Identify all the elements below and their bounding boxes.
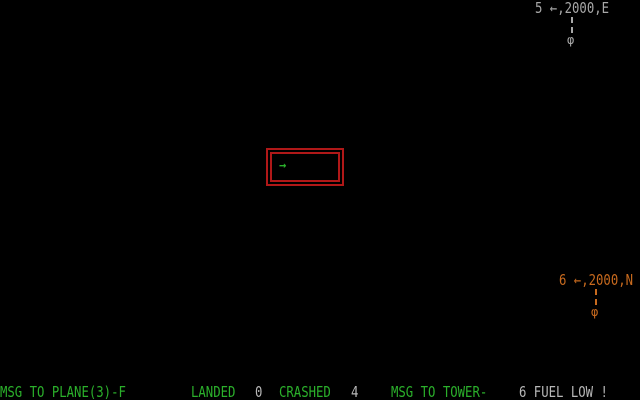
crashed-label: CRASHED — [279, 383, 331, 400]
status-bar: MSG TO PLANE(3)-F LANDED 0 CRASHED 4 MSG… — [0, 382, 640, 400]
runway-direction-arrow-icon: → — [279, 158, 287, 172]
plane-6-icon[interactable]: φ — [591, 306, 598, 318]
msg-to-tower-label: MSG TO TOWER- — [391, 383, 488, 400]
plane-6-tail — [595, 289, 597, 305]
plane-5-tail — [571, 17, 573, 33]
plane-5-icon[interactable]: φ — [567, 34, 574, 46]
msg-to-plane-prompt[interactable]: MSG TO PLANE(3)-F — [0, 384, 126, 400]
plane-5-label: 5 ←,2000,E — [535, 0, 610, 17]
plane-6-label: 6 ←,2000,N — [559, 271, 634, 289]
tower-message: 6 FUEL LOW ! — [519, 383, 608, 400]
landed-count: 0 — [255, 383, 263, 400]
radar-screen: 5 ←,2000,E φ 6 ←,2000,N φ → MSG TO PLANE… — [0, 0, 640, 400]
crashed-count: 4 — [351, 383, 359, 400]
landed-label: LANDED — [191, 383, 236, 400]
